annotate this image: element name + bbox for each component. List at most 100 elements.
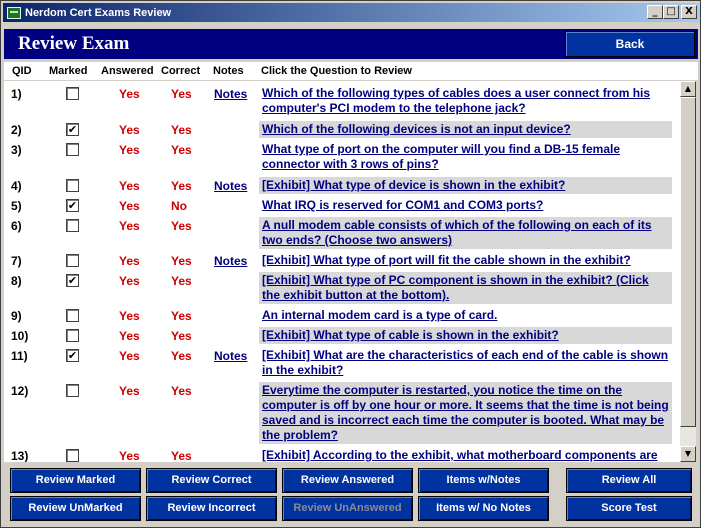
- correct-status: Yes: [171, 143, 192, 157]
- question-list: 1) Yes Yes Notes Which of the following type…: [4, 81, 680, 462]
- answered-status: Yes: [119, 87, 140, 101]
- col-question: Click the Question to Review: [261, 65, 412, 77]
- column-headers: QID Marked Answered Correct Notes Click …: [4, 62, 698, 80]
- correct-status: Yes: [171, 123, 192, 137]
- answered-status: Yes: [119, 143, 140, 157]
- app-icon: [7, 6, 21, 19]
- scroll-thumb[interactable]: [680, 97, 696, 427]
- review-correct-button[interactable]: Review Correct: [146, 468, 277, 493]
- answered-status: Yes: [119, 384, 140, 398]
- question-id: 5): [11, 199, 22, 213]
- question-link[interactable]: Everytime the computer is restarted, you…: [259, 382, 672, 444]
- correct-status: Yes: [171, 254, 192, 268]
- question-link[interactable]: [Exhibit] What type of cable is shown in…: [259, 327, 672, 344]
- scroll-down-icon[interactable]: ▼: [680, 446, 696, 462]
- correct-status: Yes: [171, 384, 192, 398]
- app-window: Nerdom Cert Exams Review _ □ X Review Ex…: [0, 0, 701, 528]
- answered-status: Yes: [119, 219, 140, 233]
- items-with-notes-button[interactable]: Items w/Notes: [418, 468, 549, 493]
- correct-status: Yes: [171, 219, 192, 233]
- question-id: 2): [11, 123, 22, 137]
- marked-checkbox[interactable]: [66, 143, 79, 156]
- close-button[interactable]: X: [681, 5, 697, 19]
- header-bar: Review Exam Back: [4, 29, 698, 59]
- question-id: 12): [11, 384, 29, 398]
- marked-checkbox[interactable]: [66, 254, 79, 267]
- review-incorrect-button[interactable]: Review Incorrect: [146, 496, 277, 521]
- review-unanswered-button: Review UnAnswered: [282, 496, 413, 521]
- marked-checkbox[interactable]: [66, 309, 79, 322]
- notes-link[interactable]: Notes: [214, 179, 247, 193]
- answered-status: Yes: [119, 199, 140, 213]
- answered-status: Yes: [119, 449, 140, 462]
- page-title: Review Exam: [18, 33, 130, 54]
- back-button[interactable]: Back: [565, 31, 695, 57]
- marked-checkbox[interactable]: [66, 179, 79, 192]
- notes-link[interactable]: Notes: [214, 349, 247, 363]
- window-title: Nerdom Cert Exams Review: [25, 6, 172, 19]
- question-id: 7): [11, 254, 22, 268]
- question-id: 13): [11, 449, 29, 462]
- correct-status: Yes: [171, 449, 192, 462]
- question-link[interactable]: [Exhibit] What type of PC component is s…: [259, 272, 672, 304]
- vertical-scrollbar[interactable]: ▲ ▼: [680, 81, 696, 462]
- marked-checkbox[interactable]: ✔: [66, 349, 79, 362]
- col-qid: QID: [12, 65, 32, 77]
- question-link[interactable]: An internal modem card is a type of card…: [259, 307, 672, 324]
- marked-checkbox[interactable]: ✔: [66, 274, 79, 287]
- answered-status: Yes: [119, 254, 140, 268]
- review-all-button[interactable]: Review All: [566, 468, 692, 493]
- correct-status: Yes: [171, 274, 192, 288]
- marked-checkbox[interactable]: ✔: [66, 199, 79, 212]
- answered-status: Yes: [119, 274, 140, 288]
- question-id: 6): [11, 219, 22, 233]
- col-correct: Correct: [161, 65, 201, 77]
- answered-status: Yes: [119, 349, 140, 363]
- question-link[interactable]: [Exhibit] What type of device is shown i…: [259, 177, 672, 194]
- question-link[interactable]: A null modem cable consists of which of …: [259, 217, 672, 249]
- notes-link[interactable]: Notes: [214, 87, 247, 101]
- notes-link[interactable]: Notes: [214, 254, 247, 268]
- answered-status: Yes: [119, 329, 140, 343]
- correct-status: Yes: [171, 179, 192, 193]
- items-no-notes-button[interactable]: Items w/ No Notes: [418, 496, 549, 521]
- score-test-button[interactable]: Score Test: [566, 496, 692, 521]
- col-notes: Notes: [213, 65, 244, 77]
- correct-status: No: [171, 199, 187, 213]
- col-answered: Answered: [101, 65, 154, 77]
- title-bar: Nerdom Cert Exams Review _ □ X: [3, 3, 700, 22]
- question-id: 8): [11, 274, 22, 288]
- question-link[interactable]: What type of port on the computer will y…: [259, 141, 672, 173]
- review-marked-button[interactable]: Review Marked: [10, 468, 141, 493]
- correct-status: Yes: [171, 309, 192, 323]
- question-id: 3): [11, 143, 22, 157]
- question-link[interactable]: What IRQ is reserved for COM1 and COM3 p…: [259, 197, 672, 214]
- marked-checkbox[interactable]: [66, 449, 79, 462]
- correct-status: Yes: [171, 349, 192, 363]
- question-link[interactable]: [Exhibit] What are the characteristics o…: [259, 347, 672, 379]
- marked-checkbox[interactable]: ✔: [66, 123, 79, 136]
- correct-status: Yes: [171, 329, 192, 343]
- question-id: 10): [11, 329, 29, 343]
- minimize-button[interactable]: _: [647, 5, 663, 19]
- correct-status: Yes: [171, 87, 192, 101]
- maximize-button[interactable]: □: [663, 5, 679, 19]
- question-link[interactable]: Which of the following types of cables d…: [259, 85, 672, 117]
- question-id: 11): [11, 349, 28, 363]
- question-id: 1): [11, 87, 22, 101]
- col-marked: Marked: [49, 65, 88, 77]
- answered-status: Yes: [119, 309, 140, 323]
- answered-status: Yes: [119, 123, 140, 137]
- question-link[interactable]: [Exhibit] According to the exhibit, what…: [259, 447, 672, 462]
- marked-checkbox[interactable]: [66, 384, 79, 397]
- question-link[interactable]: Which of the following devices is not an…: [259, 121, 672, 138]
- question-id: 9): [11, 309, 22, 323]
- scroll-up-icon[interactable]: ▲: [680, 81, 696, 97]
- marked-checkbox[interactable]: [66, 87, 79, 100]
- question-id: 4): [11, 179, 22, 193]
- review-answered-button[interactable]: Review Answered: [282, 468, 413, 493]
- marked-checkbox[interactable]: [66, 219, 79, 232]
- review-unmarked-button[interactable]: Review UnMarked: [10, 496, 141, 521]
- marked-checkbox[interactable]: [66, 329, 79, 342]
- question-link[interactable]: [Exhibit] What type of port will fit the…: [259, 252, 672, 269]
